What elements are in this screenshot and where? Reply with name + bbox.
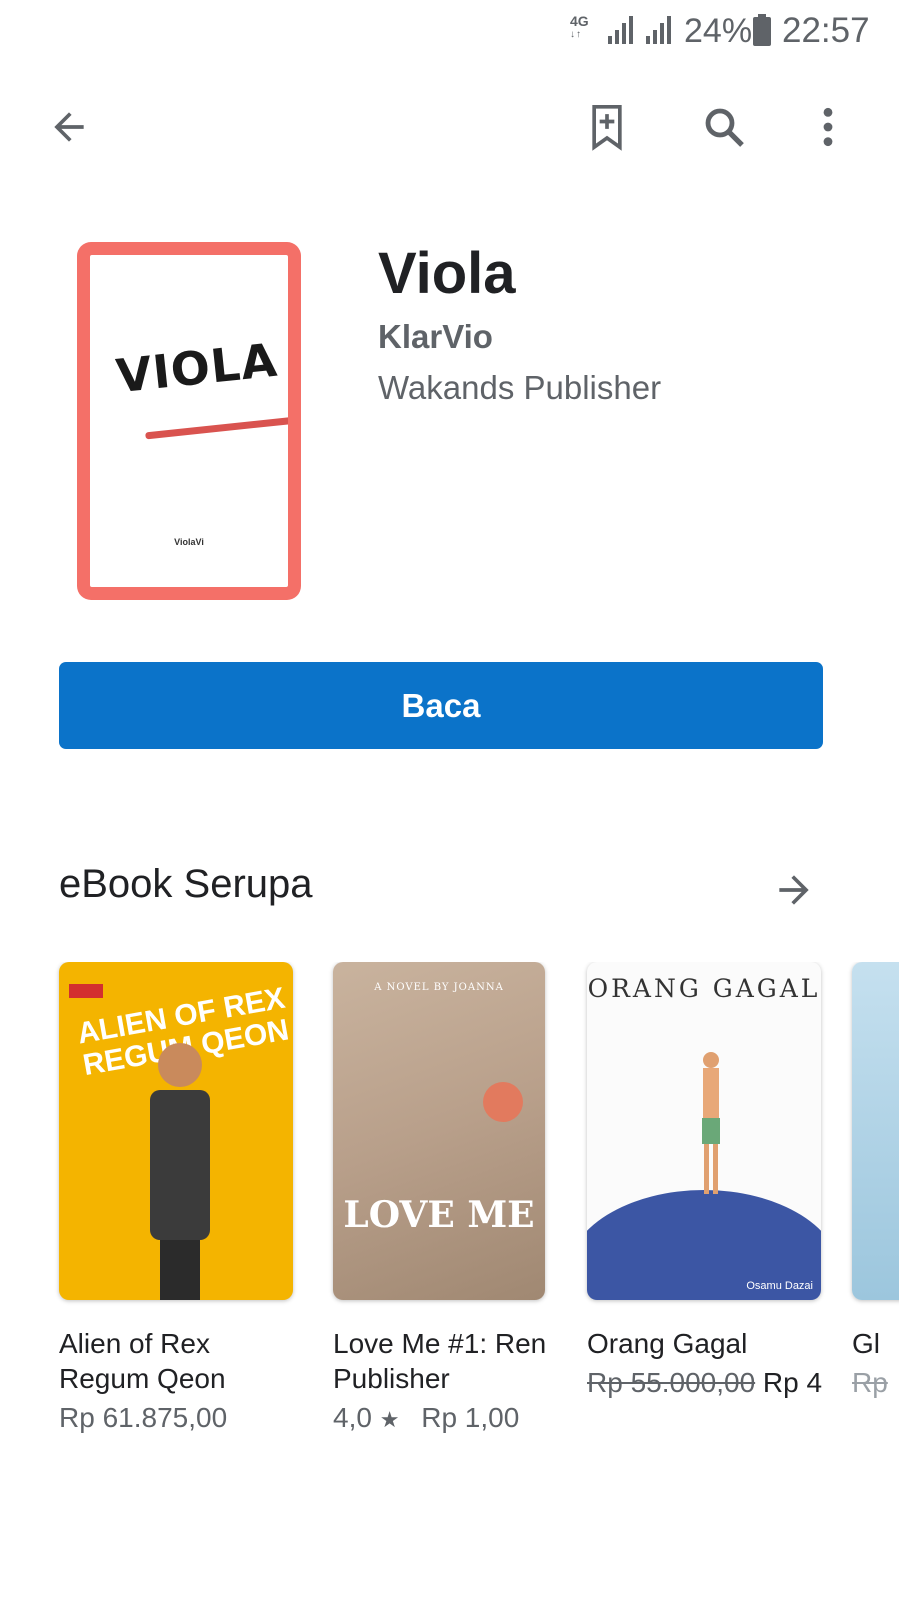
title-line-1: Orang Gagal — [587, 1328, 748, 1359]
network-indicator: 4G ↓↑ — [570, 14, 589, 42]
cover-author: ViolaVi — [174, 537, 204, 547]
book-card[interactable]: ORANG GAGAL Osamu Dazai Orang Gagal Rp 5… — [587, 962, 822, 1399]
wishlist-button[interactable] — [572, 92, 642, 162]
old-price: Rp — [852, 1367, 888, 1398]
book-publisher: Wakands Publisher — [378, 369, 662, 406]
book-card-price: 4,0 ★ Rp 1,00 — [333, 1402, 546, 1434]
arrow-back-icon — [54, 112, 84, 142]
clock: 22:57 — [782, 11, 870, 50]
book-card-price: Rp 61.875,00 — [59, 1402, 228, 1433]
more-vert-icon — [823, 107, 833, 147]
title-line-1: Gl — [852, 1328, 880, 1359]
book-card[interactable]: A NOVEL BY JOANNA LOVE ME Love Me #1: Re… — [333, 962, 546, 1434]
rating-value: 4,0 — [333, 1402, 372, 1433]
book-thumbnail — [852, 962, 899, 1300]
book-card-title: Alien of Rex Regum Qeon — [59, 1326, 293, 1396]
cover-brush-stroke — [145, 413, 288, 440]
book-card-price: Rp 55.000,00 Rp 4 — [587, 1367, 822, 1399]
back-button[interactable] — [34, 92, 104, 162]
network-type: 4G — [570, 13, 589, 29]
similar-section-title: eBook Serupa — [59, 862, 313, 906]
rose-illustration — [483, 1082, 523, 1122]
cover-illustration — [150, 1043, 210, 1300]
publisher-badge — [69, 984, 103, 998]
star-icon: ★ — [379, 1407, 400, 1432]
battery-icon — [753, 14, 771, 46]
arrow-forward-icon — [779, 875, 809, 905]
book-author[interactable]: KlarVio — [378, 318, 493, 356]
search-button[interactable] — [689, 92, 759, 162]
read-button[interactable]: Baca — [59, 662, 823, 749]
book-thumbnail: ALIEN OF REX REGUM QEON — [59, 962, 293, 1300]
more-options-button[interactable] — [793, 92, 863, 162]
signal-icon-2 — [646, 16, 671, 44]
book-card[interactable]: ALIEN OF REX REGUM QEON Alien of Rex Reg… — [59, 962, 293, 1434]
book-card-title: Gl — [852, 1326, 899, 1361]
book-card[interactable]: Gl Rp — [852, 962, 899, 1399]
title-line-1: Love Me #1: Ren — [333, 1328, 547, 1359]
book-card-price: Rp — [852, 1367, 899, 1399]
book-card-title: Orang Gagal — [587, 1326, 822, 1361]
bookmark-add-icon — [592, 105, 622, 151]
similar-books-carousel[interactable]: ALIEN OF REX REGUM QEON Alien of Rex Reg… — [0, 962, 899, 1462]
cover-header: A NOVEL BY JOANNA — [374, 982, 504, 993]
cover-text: ORANG GAGAL — [587, 974, 821, 1003]
price-value: Rp 1,00 — [421, 1402, 520, 1433]
signal-icon — [608, 16, 633, 44]
search-icon — [705, 108, 744, 147]
book-cover: VIOLA ViolaVi — [77, 242, 301, 600]
status-bar: 4G ↓↑ 24% 22:57 — [0, 0, 899, 62]
cover-title: VIOLA — [113, 332, 281, 404]
price-value: Rp 4 — [762, 1367, 823, 1398]
figure-illustration — [702, 1052, 720, 1194]
battery-percent: 24% — [684, 12, 753, 50]
book-card-title: Love Me #1: Ren Publisher — [333, 1326, 546, 1396]
cover-text: LOVE ME — [343, 1194, 535, 1236]
book-title: Viola — [378, 241, 516, 306]
book-thumbnail: A NOVEL BY JOANNA LOVE ME — [333, 962, 545, 1300]
title-line-1: Alien of Rex — [59, 1328, 210, 1359]
old-price: Rp 55.000,00 — [587, 1367, 756, 1398]
cover-author: Osamu Dazai — [746, 1280, 813, 1292]
title-line-2: Regum Qeon — [59, 1363, 226, 1394]
app-toolbar — [0, 92, 899, 164]
data-arrows-icon: ↓↑ — [570, 29, 582, 40]
book-thumbnail: ORANG GAGAL Osamu Dazai — [587, 962, 821, 1300]
title-line-2: Publisher — [333, 1363, 450, 1394]
see-more-button[interactable] — [762, 858, 826, 922]
